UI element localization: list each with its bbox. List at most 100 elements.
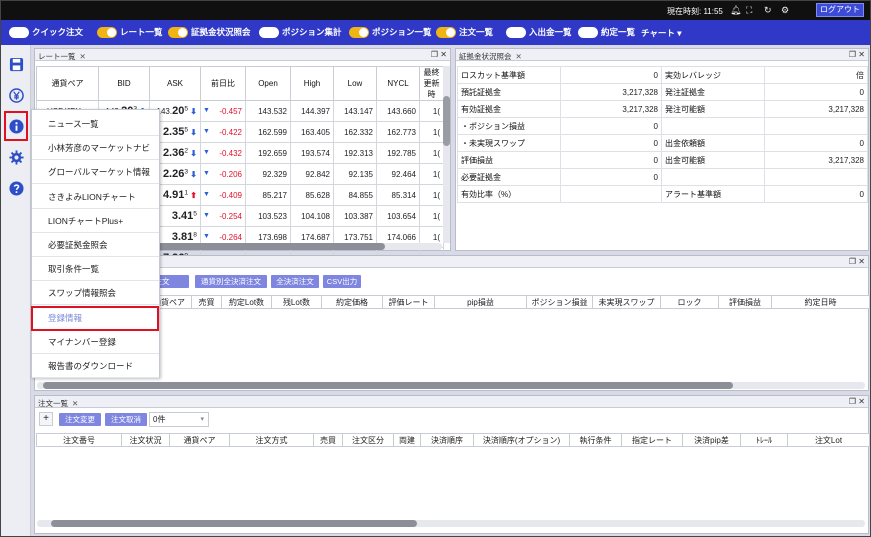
csv-button[interactable]: CSV出力 — [323, 275, 361, 288]
close-icon[interactable]: ✕ — [858, 397, 865, 406]
toggle-switch[interactable] — [349, 26, 369, 38]
close-icon[interactable]: ✕ — [72, 399, 78, 408]
rate-col-header[interactable]: Open — [245, 66, 291, 101]
margin-table: ロスカット基準額 0 実効レバレッジ倍預託証拠金 3,217,328 発注証拠金 0 有効証… — [457, 66, 868, 203]
menu-item[interactable]: 必要証拠金照会 — [32, 233, 159, 257]
toolbar-toggle-2[interactable]: 証拠金状況照会 — [168, 26, 251, 38]
rate-col-header[interactable]: ASK — [149, 66, 201, 101]
menu-item[interactable]: グローバルマーケット情報 — [32, 160, 159, 185]
save-icon[interactable] — [7, 55, 25, 73]
menu-item[interactable]: 登録情報 — [32, 306, 159, 330]
toggle-switch[interactable] — [259, 26, 279, 38]
settle-all-button[interactable]: 全決済注文 — [271, 275, 319, 288]
maximize-icon[interactable]: ❐ — [849, 257, 856, 266]
menu-item[interactable]: 報告書のダウンロード — [32, 354, 159, 378]
menu-item[interactable]: スワップ情報照会 — [32, 281, 159, 306]
rate-col-header[interactable]: Low — [333, 66, 377, 101]
order-col-header[interactable]: 指定レート — [621, 433, 683, 447]
chart-menu[interactable]: チャート ▾ — [641, 27, 682, 39]
rate-col-header[interactable]: BID — [98, 66, 150, 101]
menu-item[interactable]: マイナンバー登録 — [32, 330, 159, 354]
rate-col-header[interactable]: 前日比 — [200, 66, 246, 101]
position-col-header[interactable]: 未実現スワップ — [592, 295, 661, 309]
toolbar-toggle-4[interactable]: ポジション一覧 — [349, 26, 432, 38]
info-icon[interactable] — [7, 117, 25, 135]
logout-button[interactable]: ログアウト — [816, 3, 864, 17]
rate-col-header[interactable]: High — [290, 66, 334, 101]
toolbar-toggle-7[interactable]: 約定一覧 — [578, 26, 635, 38]
position-horizontal-scrollbar[interactable] — [37, 382, 865, 389]
toolbar-toggle-6[interactable]: 入出金一覧 — [506, 26, 572, 38]
toggle-switch[interactable] — [9, 26, 29, 38]
close-icon[interactable]: ✕ — [80, 52, 86, 61]
menu-item[interactable]: LIONチャートPlus+ — [32, 209, 159, 233]
rate-nycl: 85.314 — [376, 184, 420, 206]
close-icon[interactable]: ✕ — [858, 50, 865, 59]
order-col-header[interactable]: 通貨ペア — [169, 433, 230, 447]
position-col-header[interactable]: 約定日時 — [771, 295, 870, 309]
toggle-switch[interactable] — [97, 26, 117, 38]
order-col-header[interactable]: 注文番号 — [36, 433, 122, 447]
toggle-switch[interactable] — [506, 26, 526, 38]
margin-label: 有効証拠金 — [457, 100, 561, 118]
menu-item[interactable]: 小林芳彦のマーケットナビ — [32, 136, 159, 161]
fullscreen-icon[interactable]: ⛶ — [746, 5, 752, 15]
toolbar-toggle-3[interactable]: ポジション集計 — [259, 26, 342, 38]
toolbar-toggle-1[interactable]: レート一覧 — [97, 26, 163, 38]
close-icon[interactable]: ✕ — [440, 50, 447, 59]
gear-icon[interactable]: ⚙ — [781, 5, 789, 15]
close-icon[interactable]: ✕ — [858, 257, 865, 266]
rate-vertical-scrollbar[interactable] — [443, 66, 450, 243]
order-col-header[interactable]: 注文Lot — [787, 433, 870, 447]
yen-icon[interactable] — [7, 86, 25, 104]
margin-row: 必要証拠金 0 — [457, 168, 868, 186]
rate-open: 162.599 — [245, 121, 291, 143]
order-col-header[interactable]: 決済pip差 — [682, 433, 741, 447]
menu-item[interactable]: 取引条件一覧 — [32, 257, 159, 282]
position-col-header[interactable]: pip損益 — [434, 295, 527, 309]
menu-item[interactable]: ニュース一覧 — [32, 112, 159, 136]
maximize-icon[interactable]: ❐ — [431, 50, 438, 59]
order-col-header[interactable]: 決済順序 — [420, 433, 474, 447]
maximize-icon[interactable]: ❐ — [849, 397, 856, 406]
count-select[interactable]: 0件 ▾ — [149, 412, 209, 427]
rate-col-header[interactable]: 最終更新時 — [419, 66, 444, 101]
toggle-switch[interactable] — [436, 26, 456, 38]
order-col-header[interactable]: 注文状況 — [121, 433, 170, 447]
toolbar-toggle-0[interactable]: クイック注文 — [9, 26, 83, 38]
refresh-icon[interactable]: ↻ — [764, 5, 772, 15]
menu-item[interactable]: さきよみLIONチャート — [32, 185, 159, 209]
triangle-down-icon: ▼ — [203, 148, 210, 156]
order-horizontal-scrollbar[interactable] — [37, 520, 865, 527]
order-col-header[interactable]: 売買 — [313, 433, 343, 447]
position-col-header[interactable]: ポジション損益 — [526, 295, 593, 309]
pair-settle-button[interactable]: 通貨別全決済注文 — [195, 275, 267, 288]
order-col-header[interactable]: 執行条件 — [569, 433, 622, 447]
toolbar-toggle-5[interactable]: 注文一覧 — [436, 26, 493, 38]
order-col-header[interactable]: 注文方式 — [229, 433, 314, 447]
add-order-button[interactable]: + — [39, 412, 53, 426]
bell-icon[interactable]: 🔔︎ — [730, 5, 741, 15]
position-col-header[interactable]: 評価レート — [382, 295, 435, 309]
rate-col-header[interactable]: 通貨ペア — [36, 66, 99, 101]
position-col-header[interactable]: ロック — [660, 295, 719, 309]
position-col-header[interactable]: 評価損益 — [718, 295, 772, 309]
toggle-switch[interactable] — [578, 26, 598, 38]
order-col-header[interactable]: 決済順序(オプション) — [473, 433, 570, 447]
ask-sup: 5 — [193, 210, 197, 218]
toggle-switch[interactable] — [168, 26, 188, 38]
close-icon[interactable]: ✕ — [516, 52, 522, 61]
help-icon[interactable] — [7, 179, 25, 197]
cancel-order-button[interactable]: 注文取消 — [105, 413, 147, 426]
position-col-header[interactable]: 約定価格 — [321, 295, 383, 309]
position-col-header[interactable]: 約定Lot数 — [221, 295, 272, 309]
modify-order-button[interactable]: 注文変更 — [59, 413, 101, 426]
position-col-header[interactable]: 残Lot数 — [271, 295, 322, 309]
order-col-header[interactable]: 注文区分 — [342, 433, 394, 447]
position-col-header[interactable]: 売買 — [191, 295, 222, 309]
settings-icon[interactable] — [7, 148, 25, 166]
maximize-icon[interactable]: ❐ — [849, 50, 856, 59]
order-col-header[interactable]: 両建 — [393, 433, 421, 447]
order-col-header[interactable]: ﾄﾚｰﾙ — [740, 433, 788, 447]
rate-col-header[interactable]: NYCL — [376, 66, 420, 101]
